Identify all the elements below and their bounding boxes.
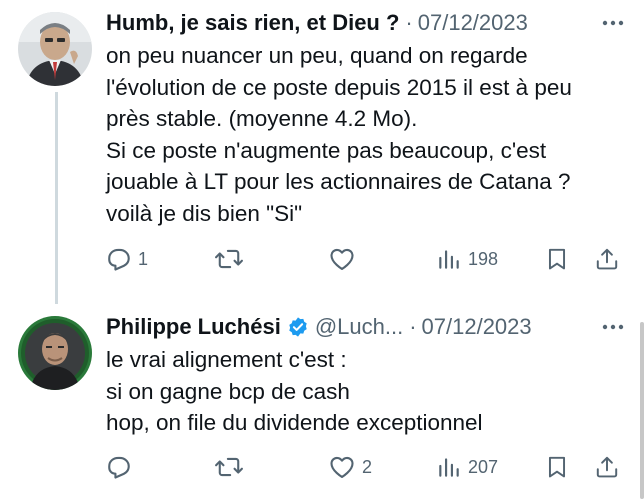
retweet-icon (214, 453, 244, 481)
retweet-icon (214, 245, 244, 273)
bookmark-button[interactable] (544, 452, 570, 482)
more-icon[interactable] (600, 12, 626, 34)
views-count: 198 (468, 248, 499, 269)
tweet-header: Humb, je sais rien, et Dieu ? · 07/12/20… (106, 8, 626, 38)
separator-dot: · (409, 314, 417, 339)
avatar[interactable] (18, 12, 92, 86)
tweet-text-line: jouable à LT pour les actionnaires de Ca… (106, 169, 571, 194)
tweet-actions: 2 207 (104, 452, 628, 482)
views-button[interactable]: 198 (436, 244, 498, 274)
like-button[interactable]: 2 (328, 452, 372, 482)
retweet-button[interactable] (214, 244, 250, 274)
tweet-text-line: si on gagne bcp de cash (106, 378, 350, 404)
author-handle[interactable]: @Luch... (315, 314, 403, 340)
scrollbar[interactable] (640, 322, 644, 499)
views-button[interactable]: 207 (436, 452, 498, 482)
views-icon (436, 246, 462, 272)
reply-count: 1 (138, 248, 149, 269)
reply-button[interactable] (104, 452, 138, 482)
reply-icon (104, 453, 132, 481)
tweet-text-line: l'évolution de ce poste depuis 2015 il e… (106, 74, 572, 100)
author-name[interactable]: Humb, je sais rien, et Dieu ? (106, 10, 399, 36)
reply-button[interactable]: 1 (104, 244, 148, 274)
more-icon[interactable] (600, 316, 626, 338)
tweet-text-line: on peu nuancer un peu, quand on regarde (106, 43, 528, 68)
bookmark-icon (544, 245, 570, 273)
tweet-text-line: hop, on file du dividende exceptionnel (106, 410, 483, 435)
bookmark-icon (544, 453, 570, 481)
separator-dot: · (405, 10, 413, 35)
tweet-text: le vrai alignement c'est : si on gagne b… (106, 344, 628, 439)
views-count: 207 (468, 456, 499, 477)
verified-badge-icon (287, 316, 309, 338)
share-icon (594, 453, 620, 481)
share-icon (594, 245, 620, 273)
views-icon (436, 454, 462, 480)
tweet-date[interactable]: 07/12/2023 (422, 314, 532, 340)
tweet-text-line: près stable. (moyenne 4.2 Mo). (106, 106, 418, 131)
tweet-header: Philippe Luchési @Luch... · 07/12/2023 (106, 312, 626, 342)
heart-icon (328, 245, 356, 273)
share-button[interactable] (594, 244, 620, 274)
tweet-text-line: Si ce poste n'augmente pas beaucoup, c'e… (106, 137, 547, 163)
tweet-actions: 1 198 (104, 244, 628, 274)
tweet[interactable]: Philippe Luchési @Luch... · 07/12/2023 l… (0, 300, 644, 499)
tweet-date[interactable]: 07/12/2023 (418, 10, 528, 36)
tweet[interactable]: Humb, je sais rien, et Dieu ? · 07/12/20… (0, 0, 644, 300)
share-button[interactable] (594, 452, 620, 482)
retweet-button[interactable] (214, 452, 250, 482)
like-button[interactable] (328, 244, 362, 274)
author-name[interactable]: Philippe Luchési (106, 314, 281, 340)
avatar[interactable] (18, 316, 92, 390)
like-count: 2 (362, 456, 373, 477)
tweet-text-line: voilà je dis bien "Si" (106, 200, 303, 226)
reply-icon (104, 245, 132, 273)
heart-icon (328, 453, 356, 481)
tweet-text-line: le vrai alignement c'est : (106, 347, 347, 372)
bookmark-button[interactable] (544, 244, 570, 274)
tweet-text: on peu nuancer un peu, quand on regarde … (106, 40, 628, 229)
